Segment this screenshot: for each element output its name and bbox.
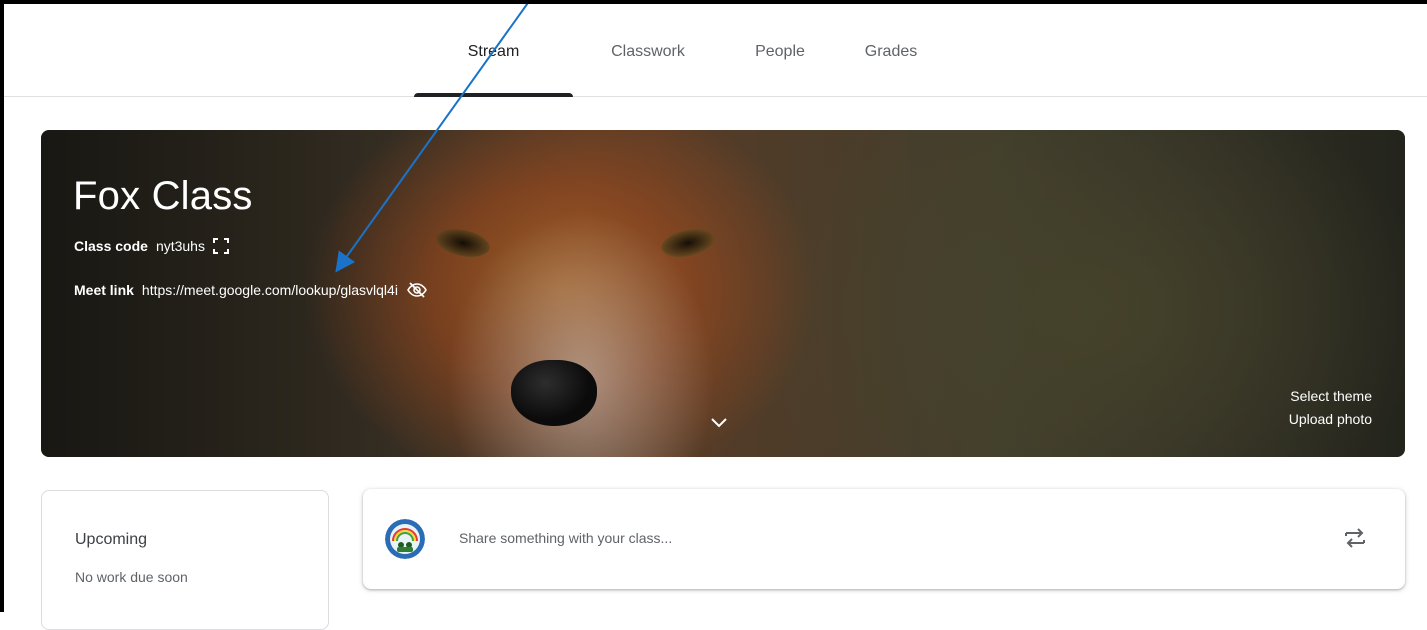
tab-people[interactable]: People — [723, 4, 837, 96]
class-banner: Fox Class Class code nyt3uhs Meet link h… — [41, 130, 1405, 457]
upcoming-heading: Upcoming — [75, 531, 148, 548]
select-theme-link[interactable]: Select theme — [1289, 385, 1372, 408]
tab-list: Stream Classwork People Grades — [414, 4, 945, 97]
fullscreen-icon[interactable] — [212, 238, 229, 254]
chevron-down-icon[interactable] — [709, 416, 729, 435]
tab-classwork-label: Classwork — [611, 43, 685, 60]
tab-bar: Stream Classwork People Grades — [4, 4, 1427, 97]
tab-classwork[interactable]: Classwork — [573, 4, 723, 96]
repost-icon[interactable] — [1343, 525, 1367, 556]
class-code-value: nyt3uhs — [155, 238, 205, 254]
active-tab-indicator — [414, 93, 573, 97]
class-title: Fox Class — [73, 174, 253, 218]
meet-link-value[interactable]: https://meet.google.com/lookup/glasvlql4… — [142, 282, 398, 298]
visibility-off-icon[interactable] — [406, 281, 428, 299]
share-placeholder: Share something with your class... — [459, 530, 673, 546]
tab-stream[interactable]: Stream — [414, 4, 573, 97]
class-code-label: Class code — [74, 238, 148, 254]
tab-stream-label: Stream — [467, 43, 520, 60]
upload-photo-link[interactable]: Upload photo — [1289, 408, 1372, 431]
avatar — [385, 519, 425, 559]
upcoming-status: No work due soon — [75, 569, 188, 585]
tab-people-label: People — [755, 43, 805, 60]
meet-link-label: Meet link — [74, 282, 134, 298]
tab-grades-label: Grades — [864, 43, 918, 60]
tab-grades[interactable]: Grades — [837, 4, 945, 96]
class-code-row: Class code nyt3uhs — [74, 238, 229, 254]
meet-link-row: Meet link https://meet.google.com/lookup… — [74, 281, 428, 299]
share-announcement-card[interactable]: Share something with your class... — [363, 489, 1405, 589]
theme-links: Select theme Upload photo — [1289, 385, 1372, 431]
upcoming-card: Upcoming No work due soon — [41, 490, 329, 630]
